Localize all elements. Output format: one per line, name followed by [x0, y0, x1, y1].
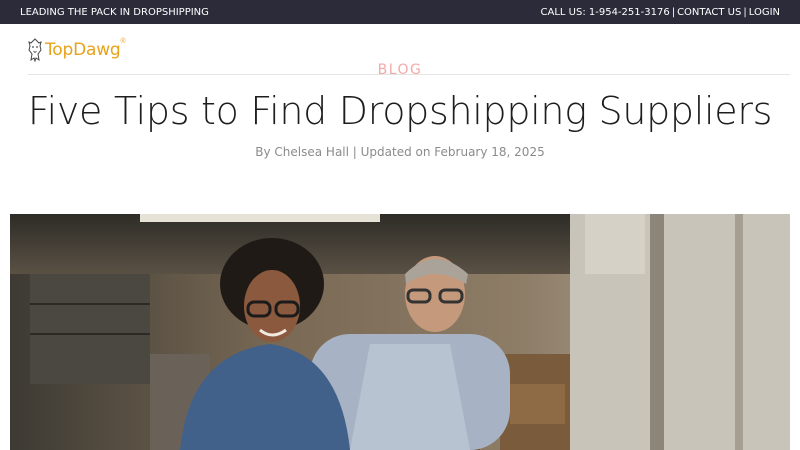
- separator: |: [671, 6, 676, 18]
- registered-mark: ®: [120, 38, 126, 45]
- separator: |: [743, 6, 747, 18]
- login-link[interactable]: LOGIN: [749, 7, 780, 18]
- top-bar: LEADING THE PACK IN DROPSHIPPING CALL US…: [0, 0, 800, 24]
- hero-image: [10, 214, 790, 450]
- logo-text: TopDawg: [45, 40, 121, 60]
- logo[interactable]: TopDawg ®: [27, 37, 126, 63]
- top-bar-links: CALL US: 1-954-251-3176 | CONTACT US | L…: [541, 7, 780, 18]
- byline: By Chelsea Hall | Updated on February 18…: [255, 145, 545, 159]
- tagline: LEADING THE PACK IN DROPSHIPPING: [20, 6, 209, 18]
- dog-logo-icon: [28, 38, 42, 62]
- contact-us-link[interactable]: CONTACT US: [677, 7, 741, 18]
- photo-icon: [10, 214, 790, 450]
- category-label[interactable]: BLOG: [0, 62, 800, 78]
- call-us-link[interactable]: CALL US: 1-954-251-3176: [541, 7, 670, 18]
- page-title: Five Tips to Find Dropshipping Suppliers: [27, 89, 773, 133]
